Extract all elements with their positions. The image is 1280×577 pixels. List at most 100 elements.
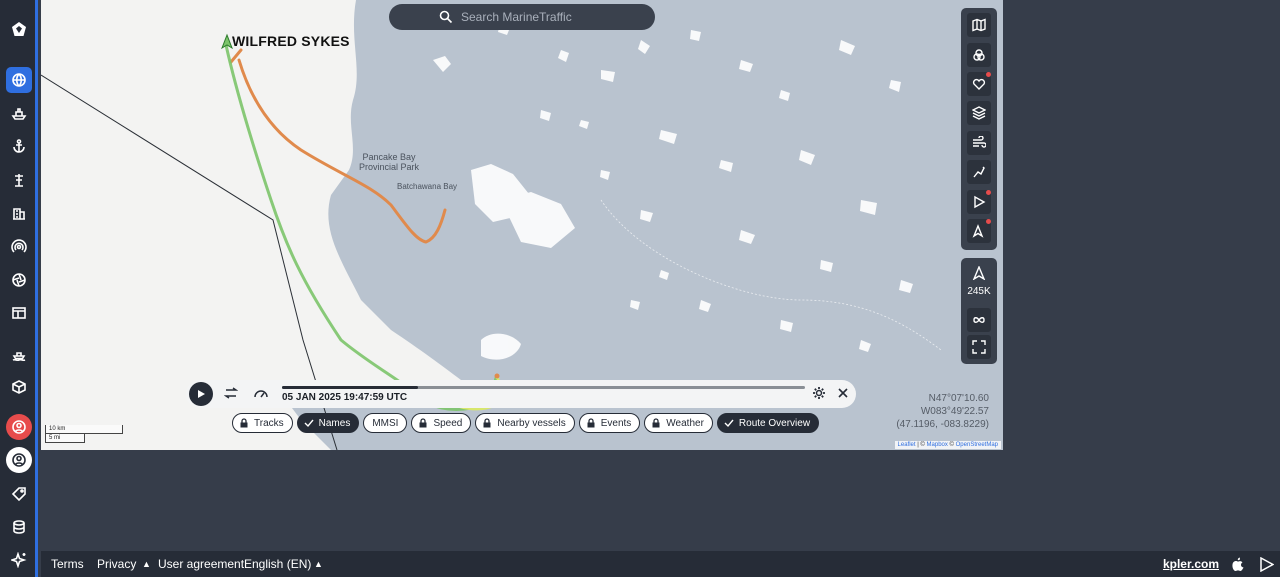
zoom-readout: 245K [967,286,991,297]
playback-bar: 05 JAN 2025 19:47:59 UTC [186,380,856,408]
chip-nearby-vessels[interactable]: Nearby vessels [475,413,575,433]
attribution-sep: | © [915,442,927,448]
chip-label: Events [600,417,632,429]
favorites-icon[interactable] [967,72,991,96]
search-placeholder: Search MarineTraffic [461,10,572,24]
swap-icon[interactable] [224,386,238,400]
apple-icon[interactable] [1231,557,1244,572]
scale-km: 10 km [45,425,123,434]
chip-speed[interactable]: Speed [411,413,472,433]
timeline-track[interactable] [282,386,805,389]
map-scale: 10 km 5 mi [45,425,123,443]
dashboard-icon[interactable] [6,300,32,326]
play-button[interactable] [189,382,213,406]
layer-chips: Tracks Names MMSI Speed Nearby vessels Events… [232,413,820,433]
check-icon [304,419,314,428]
osm-link[interactable]: OpenStreetMap [956,442,998,448]
user-alert-icon[interactable] [6,414,32,440]
cursor-coordinates: N47°07'10.60 W083°49'22.57 (47.1196, -08… [896,392,989,431]
vessel-name-label[interactable]: WILFRED SYKES [232,33,350,49]
notification-dot [986,190,991,195]
tag-icon[interactable] [6,481,32,507]
chip-label: Nearby vessels [497,417,566,429]
chip-label: Weather [666,417,704,429]
playback-icon[interactable] [967,190,991,214]
timeline-progress [282,386,418,389]
latitude: N47°07'10.60 [928,393,989,404]
account-icon[interactable] [6,447,32,473]
layers-icon[interactable] [967,101,991,125]
chip-mmsi[interactable]: MMSI [363,413,408,433]
route-lock-icon[interactable] [967,219,991,243]
footer: Terms Privacy ▲ User agreement English (… [41,551,1280,577]
chip-label: Speed [433,417,463,429]
chevron-up-icon[interactable]: ▲ [142,559,151,569]
chip-label: Tracks [254,417,284,429]
leaflet-link[interactable]: Leaflet [898,442,916,448]
longitude: W083°49'22.57 [920,406,989,417]
chip-tracks[interactable]: Tracks [232,413,293,433]
place-label-pancake-bay: Pancake Bay Provincial Park [359,152,419,172]
chip-label: Names [318,417,351,429]
notification-dot [986,219,991,224]
wind-icon[interactable] [967,131,991,155]
search-icon [439,10,453,24]
close-icon[interactable] [837,387,849,399]
google-play-icon[interactable] [1260,557,1274,572]
place-name: Pancake Bay [362,152,416,162]
port-crane-icon[interactable] [6,167,32,193]
play-icon [198,390,205,398]
database-icon[interactable] [6,514,32,540]
map-toolbar [961,8,997,250]
lock-icon [652,418,660,428]
check-icon [724,419,734,428]
compass-icon[interactable] [967,261,991,285]
search-bar[interactable]: Search MarineTraffic [389,4,655,30]
decimal-coordinates: (47.1196, -083.8229) [896,419,989,430]
chip-route-overview[interactable]: Route Overview [716,413,820,433]
lock-icon [483,418,491,428]
cube-icon[interactable] [6,374,32,400]
aperture-icon[interactable] [6,267,32,293]
notification-dot [986,72,991,77]
ship-wave-icon[interactable] [6,341,32,367]
mapbox-link[interactable]: Mapbox [927,442,948,448]
map-type-icon[interactable] [967,13,991,37]
map-toolbar-secondary: 245K [961,258,997,364]
user-agreement-link[interactable]: User agreement [158,557,244,571]
filters-icon[interactable] [967,43,991,67]
lock-icon [419,418,427,428]
measure-icon[interactable] [967,160,991,184]
scale-mi: 5 mi [45,434,85,443]
lock-icon [587,418,595,428]
kpler-link[interactable]: kpler.com [1163,557,1219,571]
fullscreen-icon[interactable] [967,335,991,359]
building-icon[interactable] [6,200,32,226]
chevron-up-icon[interactable]: ▲ [314,559,323,569]
map-attribution: Leaflet | © Mapbox © OpenStreetMap [894,441,1001,449]
chip-label: MMSI [372,417,399,429]
logo-icon[interactable] [6,16,32,42]
infinity-icon[interactable] [967,308,991,332]
map-canvas[interactable]: Search MarineTraffic WILFRED SYKES Panca… [41,0,1003,450]
anchor-icon[interactable] [6,133,32,159]
ship-icon[interactable] [6,100,32,126]
chip-weather[interactable]: Weather [644,413,713,433]
signal-icon[interactable] [6,233,32,259]
terms-link[interactable]: Terms [51,557,84,571]
attribution-sep: © [947,442,956,448]
place-sub: Provincial Park [359,162,420,172]
globe-icon[interactable] [6,67,32,93]
settings-gear-icon[interactable] [812,386,826,400]
chip-events[interactable]: Events [578,413,641,433]
playback-datetime: 05 JAN 2025 19:47:59 UTC [282,392,408,403]
language-selector[interactable]: English (EN) [244,557,311,571]
privacy-link[interactable]: Privacy [97,557,136,571]
speedometer-icon[interactable] [253,386,269,400]
chip-label: Route Overview [738,417,811,429]
left-sidebar [0,0,38,577]
place-label-batchawana-bay: Batchawana Bay [397,182,458,191]
sparkle-icon[interactable] [6,547,32,573]
chip-names[interactable]: Names [296,413,360,433]
lock-icon [240,418,248,428]
